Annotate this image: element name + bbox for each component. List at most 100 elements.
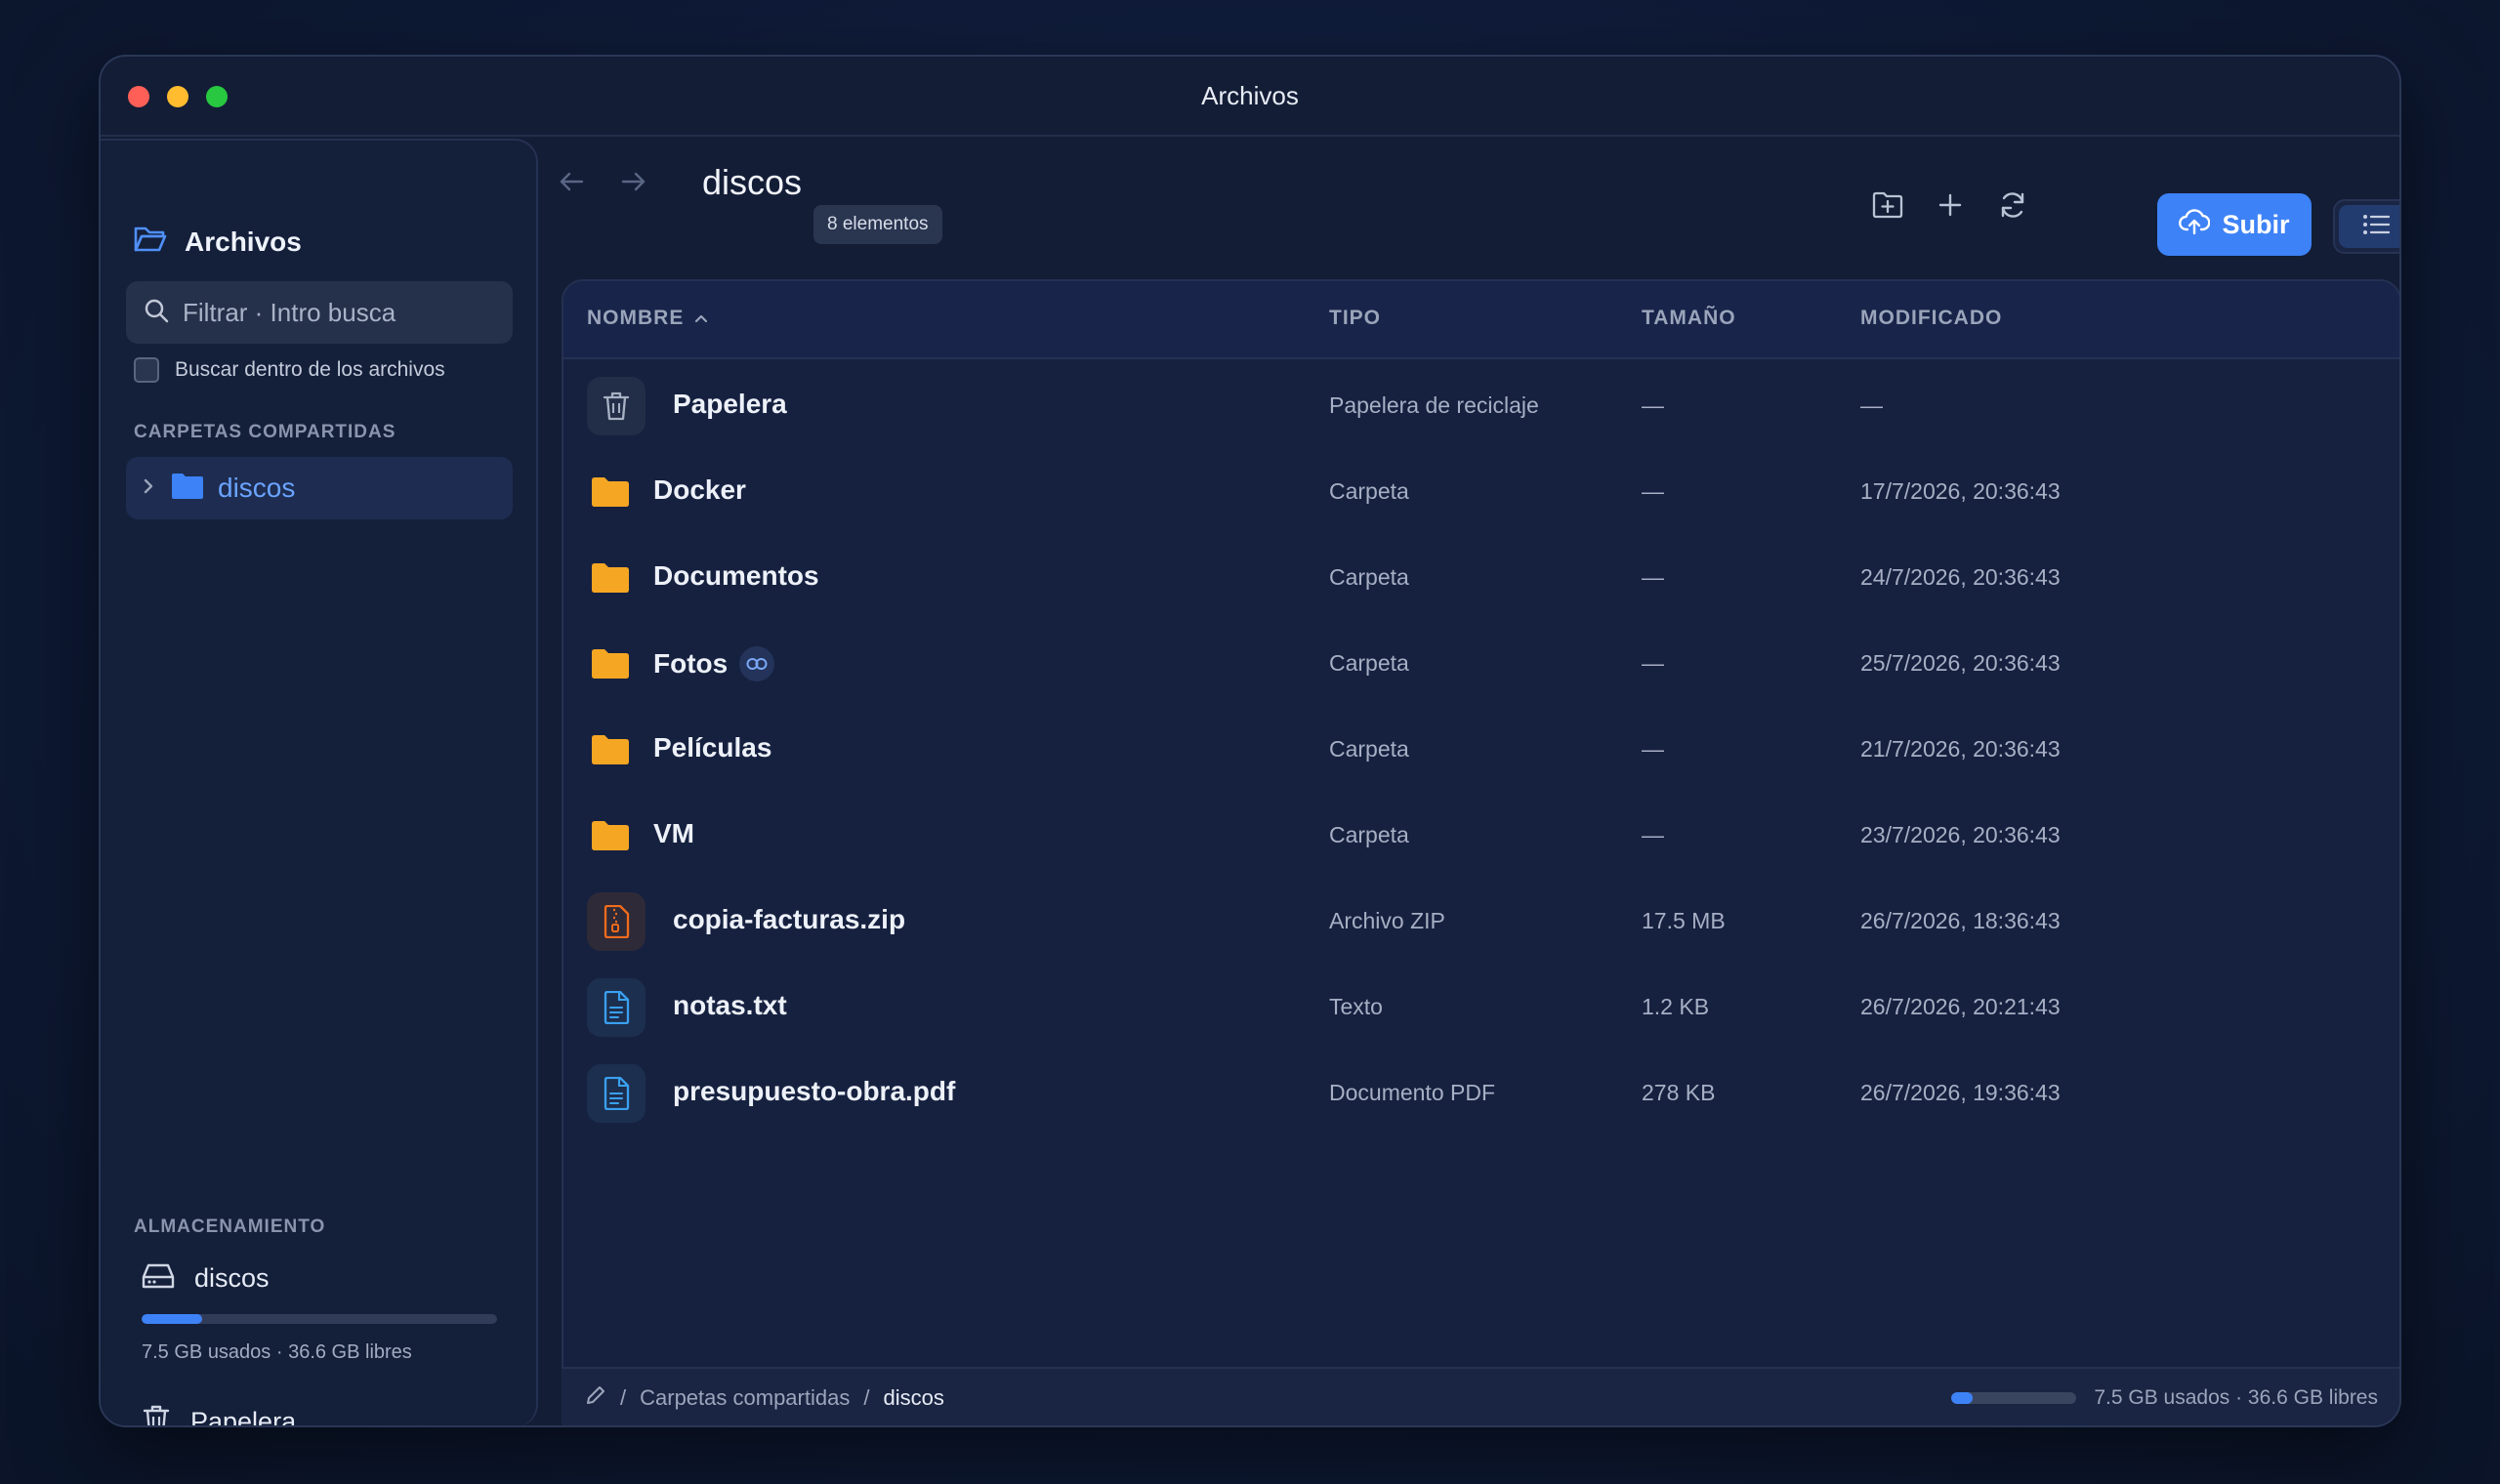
column-header-modified[interactable]: MODIFICADO (1860, 307, 2002, 330)
file-name[interactable]: Fotos (653, 646, 775, 681)
storage-usage-bar (142, 1314, 497, 1324)
storage-usage-text: 7.5 GB usados · 36.6 GB libres (142, 1341, 412, 1363)
table-row[interactable]: VM Carpeta — 23/7/2026, 20:36:43 (563, 791, 2399, 877)
file-name-text: Docker (653, 474, 746, 505)
table-row[interactable]: notas.txt Texto 1.2 KB 26/7/2026, 20:21:43 (563, 963, 2399, 1049)
file-name[interactable]: Películas (653, 732, 771, 763)
breadcrumb-current: discos (883, 1385, 944, 1410)
file-type: Carpeta (1329, 650, 1409, 676)
file-name-text: presupuesto-obra.pdf (673, 1076, 956, 1106)
breadcrumb: / Carpetas compartidas / discos (585, 1384, 944, 1412)
trash-icon (587, 377, 646, 435)
column-name-label: NOMBRE (587, 307, 685, 329)
current-folder-title: discos (702, 162, 803, 202)
list-view-button[interactable] (2339, 205, 2399, 248)
file-size: 278 KB (1642, 1080, 1716, 1105)
folder-icon (581, 806, 640, 865)
minimize-window-button[interactable] (167, 86, 188, 107)
status-storage-bar (1951, 1392, 2077, 1404)
view-mode-toggle (2333, 199, 2399, 254)
maximize-window-button[interactable] (206, 86, 228, 107)
file-list-header: NOMBRE TIPO TAMAÑO MODIFICADO (563, 281, 2399, 359)
file-name-text: Documentos (653, 560, 819, 591)
file-name[interactable]: Documentos (653, 560, 819, 592)
file-list: NOMBRE TIPO TAMAÑO MODIFICADO Papelera Pa… (562, 279, 2399, 1425)
window-controls (128, 86, 228, 107)
file-modified: 17/7/2026, 20:36:43 (1860, 478, 2061, 504)
chevron-right-icon[interactable] (140, 477, 157, 500)
toolbar: discos 8 elementos Subir (538, 139, 2399, 256)
new-folder-button[interactable] (1864, 184, 1911, 230)
back-button[interactable] (548, 160, 595, 207)
cloud-upload-icon (2179, 208, 2211, 242)
forward-button[interactable] (610, 160, 657, 207)
file-type: Archivo ZIP (1329, 908, 1445, 933)
file-name[interactable]: Papelera (673, 389, 787, 420)
file-type: Carpeta (1329, 822, 1409, 847)
status-storage-text: 7.5 GB usados · 36.6 GB libres (2094, 1386, 2378, 1409)
sidebar-app-label: Archivos (185, 226, 302, 257)
file-modified: 23/7/2026, 20:36:43 (1860, 822, 2061, 847)
column-header-type[interactable]: TIPO (1329, 307, 1381, 330)
column-header-name[interactable]: NOMBRE (587, 307, 709, 330)
table-row[interactable]: Fotos Carpeta — 25/7/2026, 20:36:43 (563, 619, 2399, 705)
status-bar: / Carpetas compartidas / discos 7.5 GB u… (562, 1367, 2399, 1425)
file-manager-window: Archivos Archivos Buscar dentro de los a… (99, 55, 2401, 1427)
zip-file-icon (587, 892, 646, 951)
column-header-size[interactable]: TAMAÑO (1642, 307, 1736, 330)
file-name[interactable]: copia-facturas.zip (673, 904, 905, 935)
storage-heading: ALMACENAMIENTO (134, 1216, 326, 1237)
search-contents-checkbox[interactable] (134, 357, 159, 383)
file-modified: — (1860, 392, 1883, 418)
shared-folders-heading: CARPETAS COMPARTIDAS (134, 422, 396, 442)
breadcrumb-separator: / (620, 1385, 627, 1410)
search-input[interactable] (183, 297, 495, 328)
plus-icon (1938, 192, 1963, 223)
folder-icon (581, 635, 640, 693)
table-row[interactable]: copia-facturas.zip Archivo ZIP 17.5 MB 26/7… (563, 877, 2399, 963)
file-modified: 26/7/2026, 18:36:43 (1860, 908, 2061, 933)
table-row[interactable]: Docker Carpeta — 17/7/2026, 20:36:43 (563, 447, 2399, 533)
pencil-icon[interactable] (585, 1384, 606, 1412)
table-row[interactable]: Películas Carpeta — 21/7/2026, 20:36:43 (563, 705, 2399, 791)
table-row[interactable]: Papelera Papelera de reciclaje — — (563, 361, 2399, 447)
sidebar-header[interactable]: Archivos (134, 225, 302, 259)
upload-label: Subir (2222, 209, 2290, 239)
hard-drive-icon (142, 1261, 175, 1296)
status-storage-fill (1951, 1392, 1974, 1404)
search-contents-option[interactable]: Buscar dentro de los archivos (134, 357, 445, 383)
upload-button[interactable]: Subir (2157, 193, 2312, 256)
file-name[interactable]: Docker (653, 474, 746, 506)
refresh-button[interactable] (1989, 184, 2036, 230)
file-size: 17.5 MB (1642, 908, 1726, 933)
new-file-button[interactable] (1927, 184, 1974, 230)
search-contents-label: Buscar dentro de los archivos (175, 358, 445, 381)
file-size: — (1642, 478, 1664, 504)
sidebar-item-label: discos (218, 473, 296, 503)
title-bar: Archivos (101, 57, 2399, 137)
file-name-text: VM (653, 818, 694, 848)
arrow-left-icon (559, 171, 584, 197)
file-name[interactable]: notas.txt (673, 990, 787, 1021)
breadcrumb-separator: / (863, 1385, 870, 1410)
breadcrumb-shared-folders[interactable]: Carpetas compartidas (640, 1385, 850, 1411)
file-size: — (1642, 392, 1664, 418)
table-row[interactable]: Documentos Carpeta — 24/7/2026, 20:36:43 (563, 533, 2399, 619)
file-size: 1.2 KB (1642, 994, 1710, 1019)
file-name[interactable]: presupuesto-obra.pdf (673, 1076, 955, 1107)
table-row[interactable]: presupuesto-obra.pdf Documento PDF 278 KB 2… (563, 1049, 2399, 1134)
status-storage: 7.5 GB usados · 36.6 GB libres (1951, 1386, 2378, 1410)
folder-plus-icon (1872, 191, 1903, 224)
folder-icon (581, 549, 640, 607)
sidebar-item-trash[interactable]: Papelera (142, 1404, 296, 1425)
storage-volume-discos[interactable]: discos (142, 1261, 270, 1296)
file-name[interactable]: VM (653, 818, 694, 849)
file-modified: 24/7/2026, 20:36:43 (1860, 564, 2061, 590)
close-window-button[interactable] (128, 86, 149, 107)
sidebar-item-discos[interactable]: discos (126, 457, 513, 519)
list-icon (2362, 214, 2391, 240)
file-size: — (1642, 564, 1664, 590)
refresh-icon (1998, 190, 2027, 225)
sidebar-search[interactable] (126, 281, 513, 344)
file-type: Carpeta (1329, 564, 1409, 590)
